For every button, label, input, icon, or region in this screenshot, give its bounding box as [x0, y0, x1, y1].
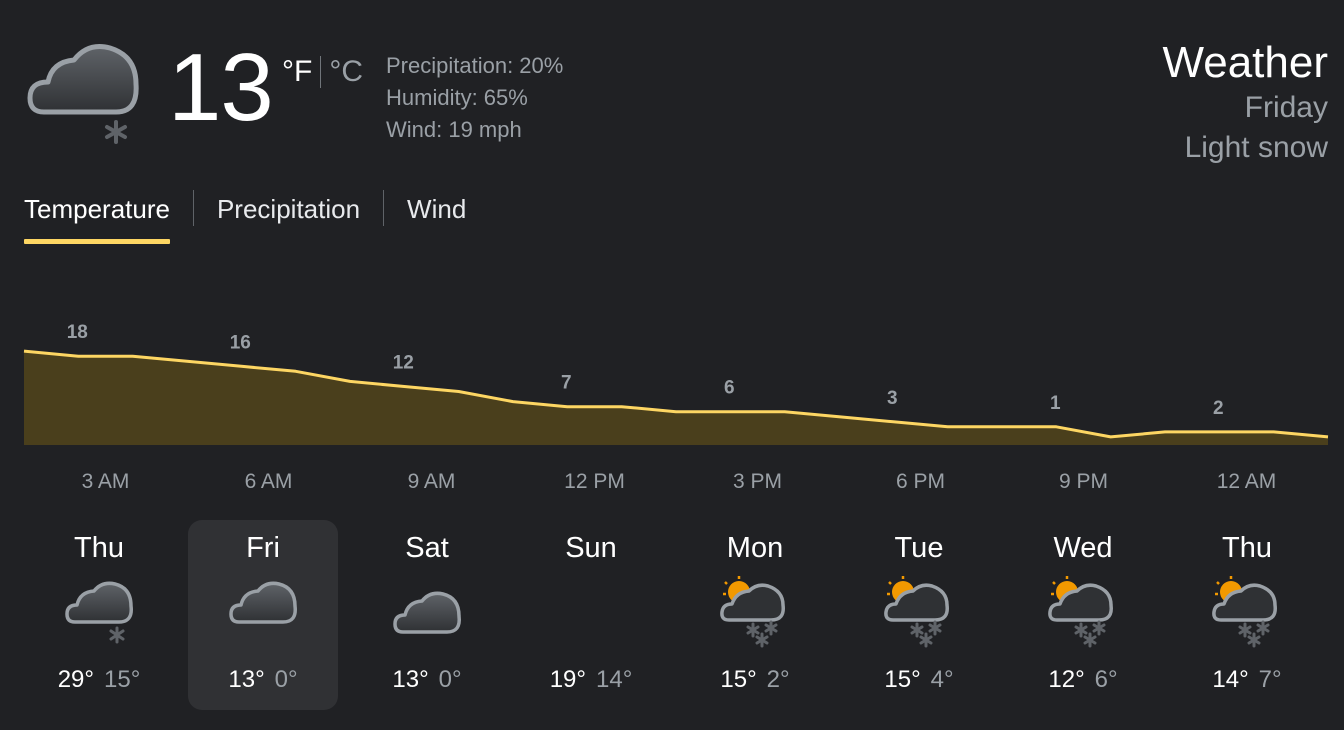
- temperature-data-label: 2: [1213, 398, 1224, 419]
- day-temperatures: 29° 15°: [24, 666, 174, 694]
- daily-forecast: Thu 29° 15° Fri 13° 0° Sat 13° 0° Sun 19…: [24, 520, 1328, 710]
- weather-header: Weather Friday Light snow: [1163, 38, 1329, 168]
- day-low: 7°: [1258, 666, 1282, 693]
- day-high: 14°: [1212, 666, 1249, 693]
- weather-day: Friday: [1244, 91, 1328, 124]
- day-low: 4°: [930, 666, 954, 693]
- weather-icon-blank: [541, 574, 641, 650]
- temperature-chart: 18 16127 6 3 1 2: [23, 322, 1329, 445]
- time-tick-label: 12 PM: [564, 470, 625, 493]
- day-high: 15°: [720, 666, 757, 693]
- temperature-data-label: 12: [393, 353, 414, 374]
- time-tick-label: 3 PM: [732, 470, 783, 493]
- day-name: Thu: [1222, 532, 1272, 564]
- day-low: 6°: [1094, 666, 1118, 693]
- partly-sunny-snow-icon: [1197, 574, 1297, 650]
- temperature-data-label: 18: [67, 322, 88, 343]
- temperature-data-label: 16: [230, 332, 251, 353]
- day-name: Mon: [726, 532, 784, 564]
- cloud-icon: [377, 574, 477, 650]
- day-name: Tue: [894, 532, 944, 564]
- unit-divider: [320, 56, 322, 88]
- wind-detail: Wind: 19 mph: [386, 117, 522, 142]
- time-tick-label: 9 AM: [407, 470, 456, 493]
- day-card[interactable]: Tue 15° 4°: [844, 520, 994, 710]
- partly-sunny-snow-icon: [705, 574, 805, 650]
- day-temperatures: 15° 4°: [844, 666, 994, 694]
- day-card[interactable]: Thu 29° 15°: [24, 520, 174, 710]
- day-high: 19°: [549, 666, 586, 693]
- day-high: 13°: [392, 666, 429, 693]
- day-high: 13°: [228, 666, 265, 693]
- tab-precipitation[interactable]: Precipitation: [217, 188, 360, 244]
- cloud-icon: [213, 574, 313, 650]
- precipitation-detail: Precipitation: 20%: [386, 53, 564, 78]
- day-name: Sun: [565, 532, 617, 564]
- day-low: 14°: [596, 666, 633, 693]
- day-low: 2°: [766, 666, 790, 693]
- tab-temperature[interactable]: Temperature: [24, 188, 170, 244]
- day-card[interactable]: Wed 12° 6°: [1008, 520, 1158, 710]
- cloud-snow-icon: [49, 574, 149, 650]
- tab-wind[interactable]: Wind: [407, 188, 466, 244]
- weather-title: Weather: [1162, 38, 1329, 87]
- temperature-data-label: 7: [561, 373, 572, 394]
- time-tick-label: 6 PM: [895, 470, 946, 493]
- cloud-snow-icon: [24, 38, 144, 148]
- day-card[interactable]: Thu 14° 7°: [1172, 520, 1322, 710]
- time-tick-label: 3 AM: [81, 470, 130, 493]
- day-temperatures: 13° 0°: [352, 666, 502, 694]
- day-temperatures: 13° 0°: [188, 666, 338, 694]
- day-temperatures: 15° 2°: [680, 666, 830, 694]
- day-name: Wed: [1053, 532, 1113, 564]
- temperature-data-label: 3: [887, 388, 898, 409]
- temperature-data-label: 1: [1050, 393, 1061, 414]
- tab-divider: [192, 190, 194, 226]
- partly-sunny-snow-icon: [869, 574, 969, 650]
- tab-divider: [383, 190, 385, 226]
- day-temperatures: 19° 14°: [516, 666, 666, 694]
- day-low: 0°: [438, 666, 462, 693]
- humidity-detail: Humidity: 65%: [386, 85, 528, 110]
- day-temperatures: 12° 6°: [1008, 666, 1158, 694]
- day-card[interactable]: Fri 13° 0°: [188, 520, 338, 710]
- current-temperature: 13: [168, 34, 274, 141]
- day-temperatures: 14° 7°: [1172, 666, 1322, 694]
- time-tick-label: 12 AM: [1216, 470, 1277, 493]
- chart-tabs: Temperature Precipitation Wind: [24, 188, 466, 248]
- time-tick-label: 6 AM: [244, 470, 293, 493]
- day-low: 0°: [274, 666, 298, 693]
- day-name: Thu: [74, 532, 124, 564]
- day-high: 12°: [1048, 666, 1085, 693]
- day-high: 15°: [884, 666, 921, 693]
- day-card[interactable]: Sat 13° 0°: [352, 520, 502, 710]
- temperature-data-label: 6: [724, 378, 735, 399]
- day-card[interactable]: Sun 19° 14°: [516, 520, 666, 710]
- time-tick-label: 9 PM: [1058, 470, 1109, 493]
- time-axis: 3 AM 6 AM 9 AM 12 PM 3 PM 6 PM 9 PM 12 AM: [0, 470, 1344, 500]
- weather-condition: Light snow: [1184, 131, 1328, 164]
- partly-sunny-snow-icon: [1033, 574, 1133, 650]
- day-high: 29°: [57, 666, 94, 693]
- day-card[interactable]: Mon 15° 2°: [680, 520, 830, 710]
- unit-toggle: °F °C: [282, 54, 363, 90]
- day-low: 15°: [104, 666, 141, 693]
- day-name: Sat: [405, 532, 449, 564]
- current-details: Precipitation: 20% Humidity: 65% Wind: 1…: [386, 50, 563, 146]
- unit-celsius[interactable]: °C: [329, 54, 363, 90]
- unit-fahrenheit[interactable]: °F: [282, 54, 312, 90]
- day-name: Fri: [246, 532, 280, 564]
